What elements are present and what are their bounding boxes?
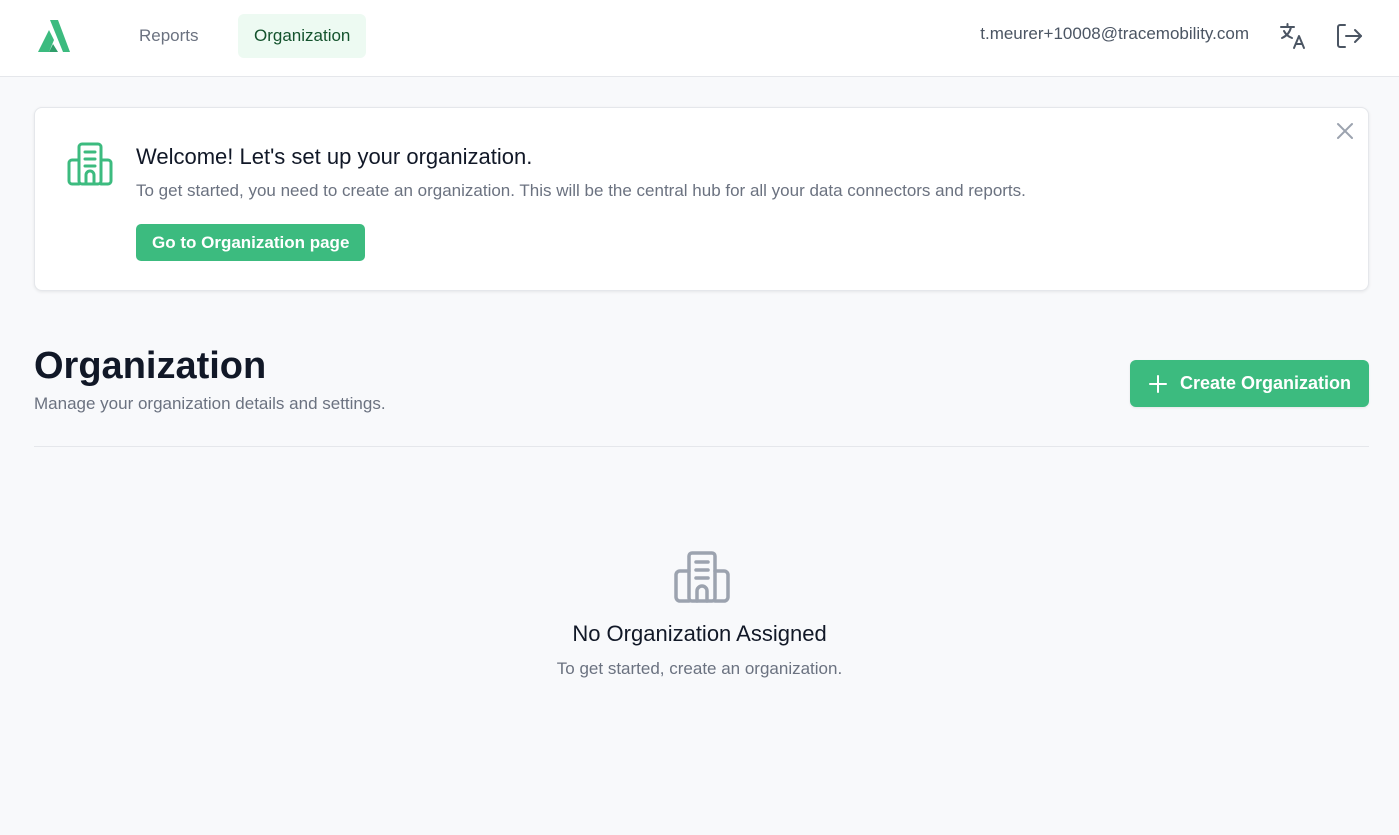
page-title: Organization [34, 345, 267, 387]
page-subtitle: Manage your organization details and set… [34, 394, 386, 413]
welcome-description: To get started, you need to create an or… [136, 181, 1026, 200]
create-organization-label: Create Organization [1179, 373, 1352, 393]
translate-icon[interactable] [1278, 20, 1310, 52]
building-icon [67, 142, 113, 186]
top-navbar: Reports Organization t.meurer+10008@trac… [0, 0, 1399, 77]
create-organization-button[interactable]: Create Organization [1130, 360, 1369, 407]
go-to-organization-button[interactable]: Go to Organization page [136, 224, 366, 261]
app-logo-icon[interactable] [36, 18, 72, 54]
plus-icon [1148, 374, 1167, 393]
building-icon [674, 551, 730, 603]
close-icon[interactable] [1334, 120, 1356, 142]
nav-item-organization[interactable]: Organization [238, 14, 367, 58]
nav-item-reports[interactable]: Reports [123, 14, 215, 58]
logout-icon[interactable] [1333, 20, 1365, 52]
welcome-title: Welcome! Let's set up your organization. [136, 144, 533, 169]
welcome-banner: Welcome! Let's set up your organization.… [34, 107, 1369, 291]
empty-state-title: No Organization Assigned [572, 621, 827, 646]
user-email: t.meurer+10008@tracemobility.com [980, 24, 1249, 43]
empty-state-text: To get started, create an organization. [556, 659, 843, 678]
section-divider [34, 446, 1369, 447]
